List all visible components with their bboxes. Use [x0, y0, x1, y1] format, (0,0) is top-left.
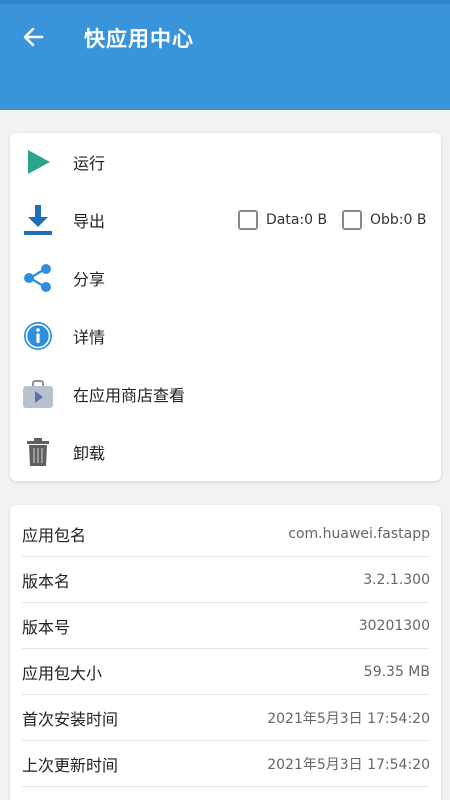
info-row: 应用包名 com.huawei.fastapp	[10, 511, 441, 557]
info-key: 版本名	[22, 572, 71, 591]
info-value: 2021年5月3日 17:54:20	[267, 757, 430, 773]
app-info-card: 应用包名 com.huawei.fastapp 版本名 3.2.1.300 版本…	[10, 505, 441, 800]
info-value: 30201300	[358, 618, 430, 634]
share-action[interactable]: 分享	[10, 249, 441, 307]
info-row: 首次安装时间 2021年5月3日 17:54:20	[10, 695, 441, 741]
info-key: 应用包大小	[22, 664, 103, 683]
page-title: 快应用中心	[84, 27, 194, 51]
info-row: 上次更新时间 2021年5月3日 17:54:20	[10, 741, 441, 787]
details-label: 详情	[73, 328, 106, 347]
app-bar: 快应用中心	[0, 0, 450, 110]
export-label: 导出	[73, 212, 106, 231]
arrow-left-icon	[22, 26, 44, 52]
store-bag-icon	[22, 378, 54, 410]
info-key: 应用包名	[22, 526, 87, 545]
view-in-store-action[interactable]: 在应用商店查看	[10, 365, 441, 423]
uninstall-action[interactable]: 卸载	[10, 423, 441, 481]
back-button[interactable]	[18, 24, 48, 54]
info-value: 59.35 MB	[363, 664, 430, 680]
info-value: 2021年5月3日 17:54:20	[267, 711, 430, 727]
info-row: 版本名 3.2.1.300	[10, 557, 441, 603]
data-checkbox[interactable]	[238, 210, 258, 230]
run-action[interactable]: 运行	[10, 133, 441, 191]
data-checkbox-label: Data:0 B	[266, 212, 328, 228]
actions-card: 运行 导出 Data:0 B Obb:0 B 分享 详情 在应用商店查看 卸载	[10, 133, 441, 481]
play-icon	[22, 146, 54, 178]
info-value: 3.2.1.300	[363, 572, 430, 588]
info-icon	[22, 320, 54, 352]
info-key: 版本号	[22, 618, 71, 637]
share-label: 分享	[73, 270, 106, 289]
details-action[interactable]: 详情	[10, 307, 441, 365]
info-row: 应用包大小 59.35 MB	[10, 649, 441, 695]
share-icon	[22, 262, 54, 294]
obb-checkbox-label: Obb:0 B	[370, 212, 427, 228]
uninstall-label: 卸载	[73, 444, 106, 463]
status-bar-strip	[0, 0, 450, 4]
trash-icon	[22, 436, 54, 468]
info-key: 首次安装时间	[22, 710, 119, 729]
obb-checkbox[interactable]	[342, 210, 362, 230]
info-key: 上次更新时间	[22, 756, 119, 775]
row-divider	[22, 786, 429, 787]
view-in-store-label: 在应用商店查看	[73, 386, 186, 405]
download-icon	[22, 204, 54, 236]
run-label: 运行	[73, 154, 106, 173]
export-action[interactable]: 导出 Data:0 B Obb:0 B	[10, 191, 441, 249]
obb-checkbox-group[interactable]: Obb:0 B	[342, 191, 426, 249]
info-value: com.huawei.fastapp	[288, 526, 430, 542]
info-row: 版本号 30201300	[10, 603, 441, 649]
data-checkbox-group[interactable]: Data:0 B	[238, 191, 327, 249]
